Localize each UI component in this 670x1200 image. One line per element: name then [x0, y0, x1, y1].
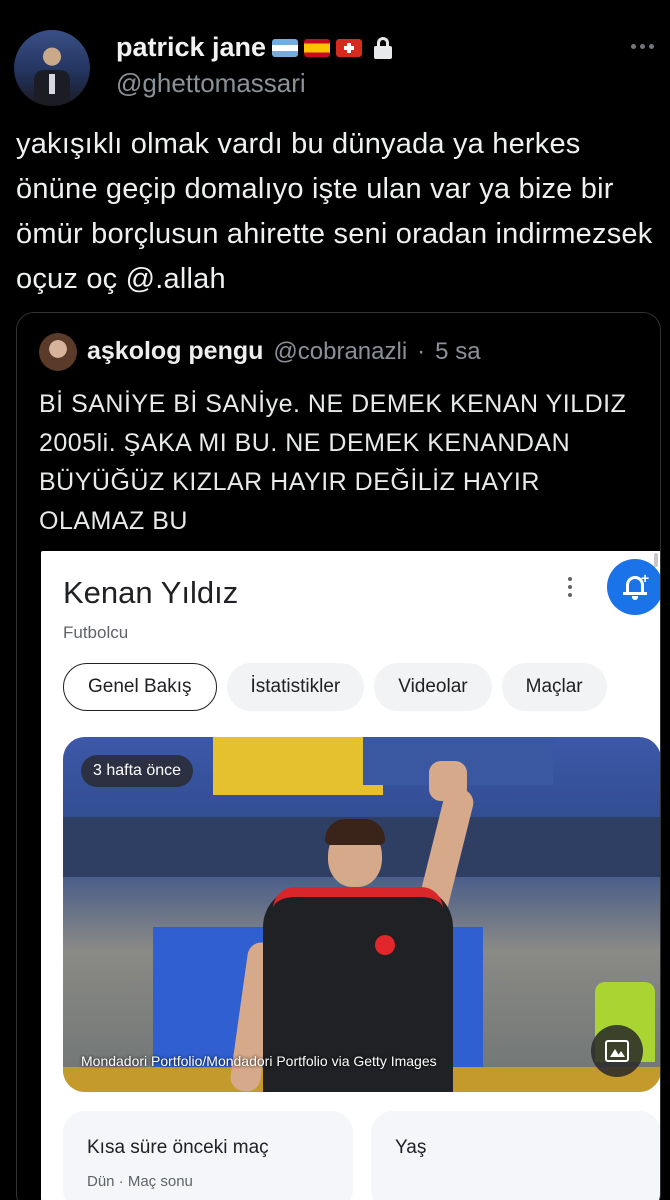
quoted-author-name[interactable]: aşkolog pengu — [87, 337, 263, 366]
images-button[interactable] — [591, 1025, 643, 1077]
quoted-tweet[interactable]: aşkolog pengu @cobranazli · 5 sa Bİ SANİ… — [16, 312, 661, 1200]
image-icon — [605, 1040, 629, 1062]
more-vert-icon[interactable] — [568, 577, 572, 597]
knowledge-panel-screenshot[interactable]: Kenan Yıldız Futbolcu + Genel Bakış İsta… — [41, 551, 660, 1200]
panel-tabs: Genel Bakış İstatistikler Videolar Maçla… — [63, 663, 607, 711]
quoted-author-avatar[interactable] — [39, 333, 77, 371]
quoted-timestamp[interactable]: 5 sa — [435, 338, 480, 366]
panel-title: Kenan Yıldız — [63, 575, 239, 610]
follow-button[interactable]: + — [607, 559, 660, 615]
lock-icon — [374, 36, 393, 59]
tab-genel-bakis[interactable]: Genel Bakış — [63, 663, 217, 711]
jersey-stripe — [273, 887, 443, 909]
quoted-author-handle[interactable]: @cobranazli — [273, 338, 407, 366]
author-avatar[interactable] — [14, 30, 90, 106]
flag-switzerland-icon — [336, 38, 363, 57]
turkey-crest-icon — [375, 935, 395, 955]
tab-videolar[interactable]: Videolar — [374, 663, 492, 711]
card-subtitle: Dün · Maç sonu — [87, 1173, 193, 1190]
recent-match-card[interactable]: Kısa süre önceki maç Dün · Maç sonu — [63, 1111, 353, 1200]
knowledge-panel: Kenan Yıldız Futbolcu + Genel Bakış İsta… — [63, 551, 660, 1200]
card-title: Kısa süre önceki maç — [87, 1137, 269, 1158]
age-card[interactable]: Yaş — [371, 1111, 660, 1200]
flag-argentina-icon — [272, 38, 299, 57]
quoted-header: aşkolog pengu @cobranazli · 5 sa — [87, 337, 481, 366]
avatar-tie — [49, 74, 55, 94]
player-photo[interactable]: 3 hafta önce Mondadori Portfolio/Mondado… — [63, 737, 660, 1092]
panel-subtitle: Futbolcu — [63, 623, 129, 642]
author-name[interactable]: patrick jane — [116, 32, 266, 63]
photo-time-badge: 3 hafta önce — [81, 755, 194, 787]
author-handle[interactable]: @ghettomassari — [116, 68, 306, 99]
player-hair — [325, 819, 385, 845]
flag-spain-icon — [304, 38, 331, 57]
bell-plus-icon: + — [623, 570, 649, 600]
tweet: patrick jane @ghettomassari yakışıklı ol… — [0, 0, 670, 1200]
card-title: Yaş — [395, 1137, 427, 1158]
tweet-text: yakışıklı olmak vardı bu dünyada ya herk… — [16, 128, 653, 295]
more-options-icon[interactable] — [631, 44, 654, 49]
stadium-banner — [213, 737, 383, 795]
quoted-tweet-text: Bİ SANİYE Bİ SANİye. NE DEMEK KENAN YILD… — [39, 390, 627, 535]
author-name-row: patrick jane — [116, 32, 393, 63]
tab-maclar[interactable]: Maçlar — [501, 663, 607, 711]
photo-credit: Mondadori Portfolio/Mondadori Portfolio … — [81, 1053, 437, 1069]
quoted-separator: · — [417, 338, 426, 365]
player-hand — [429, 761, 467, 801]
tab-istatistikler[interactable]: İstatistikler — [226, 663, 365, 711]
